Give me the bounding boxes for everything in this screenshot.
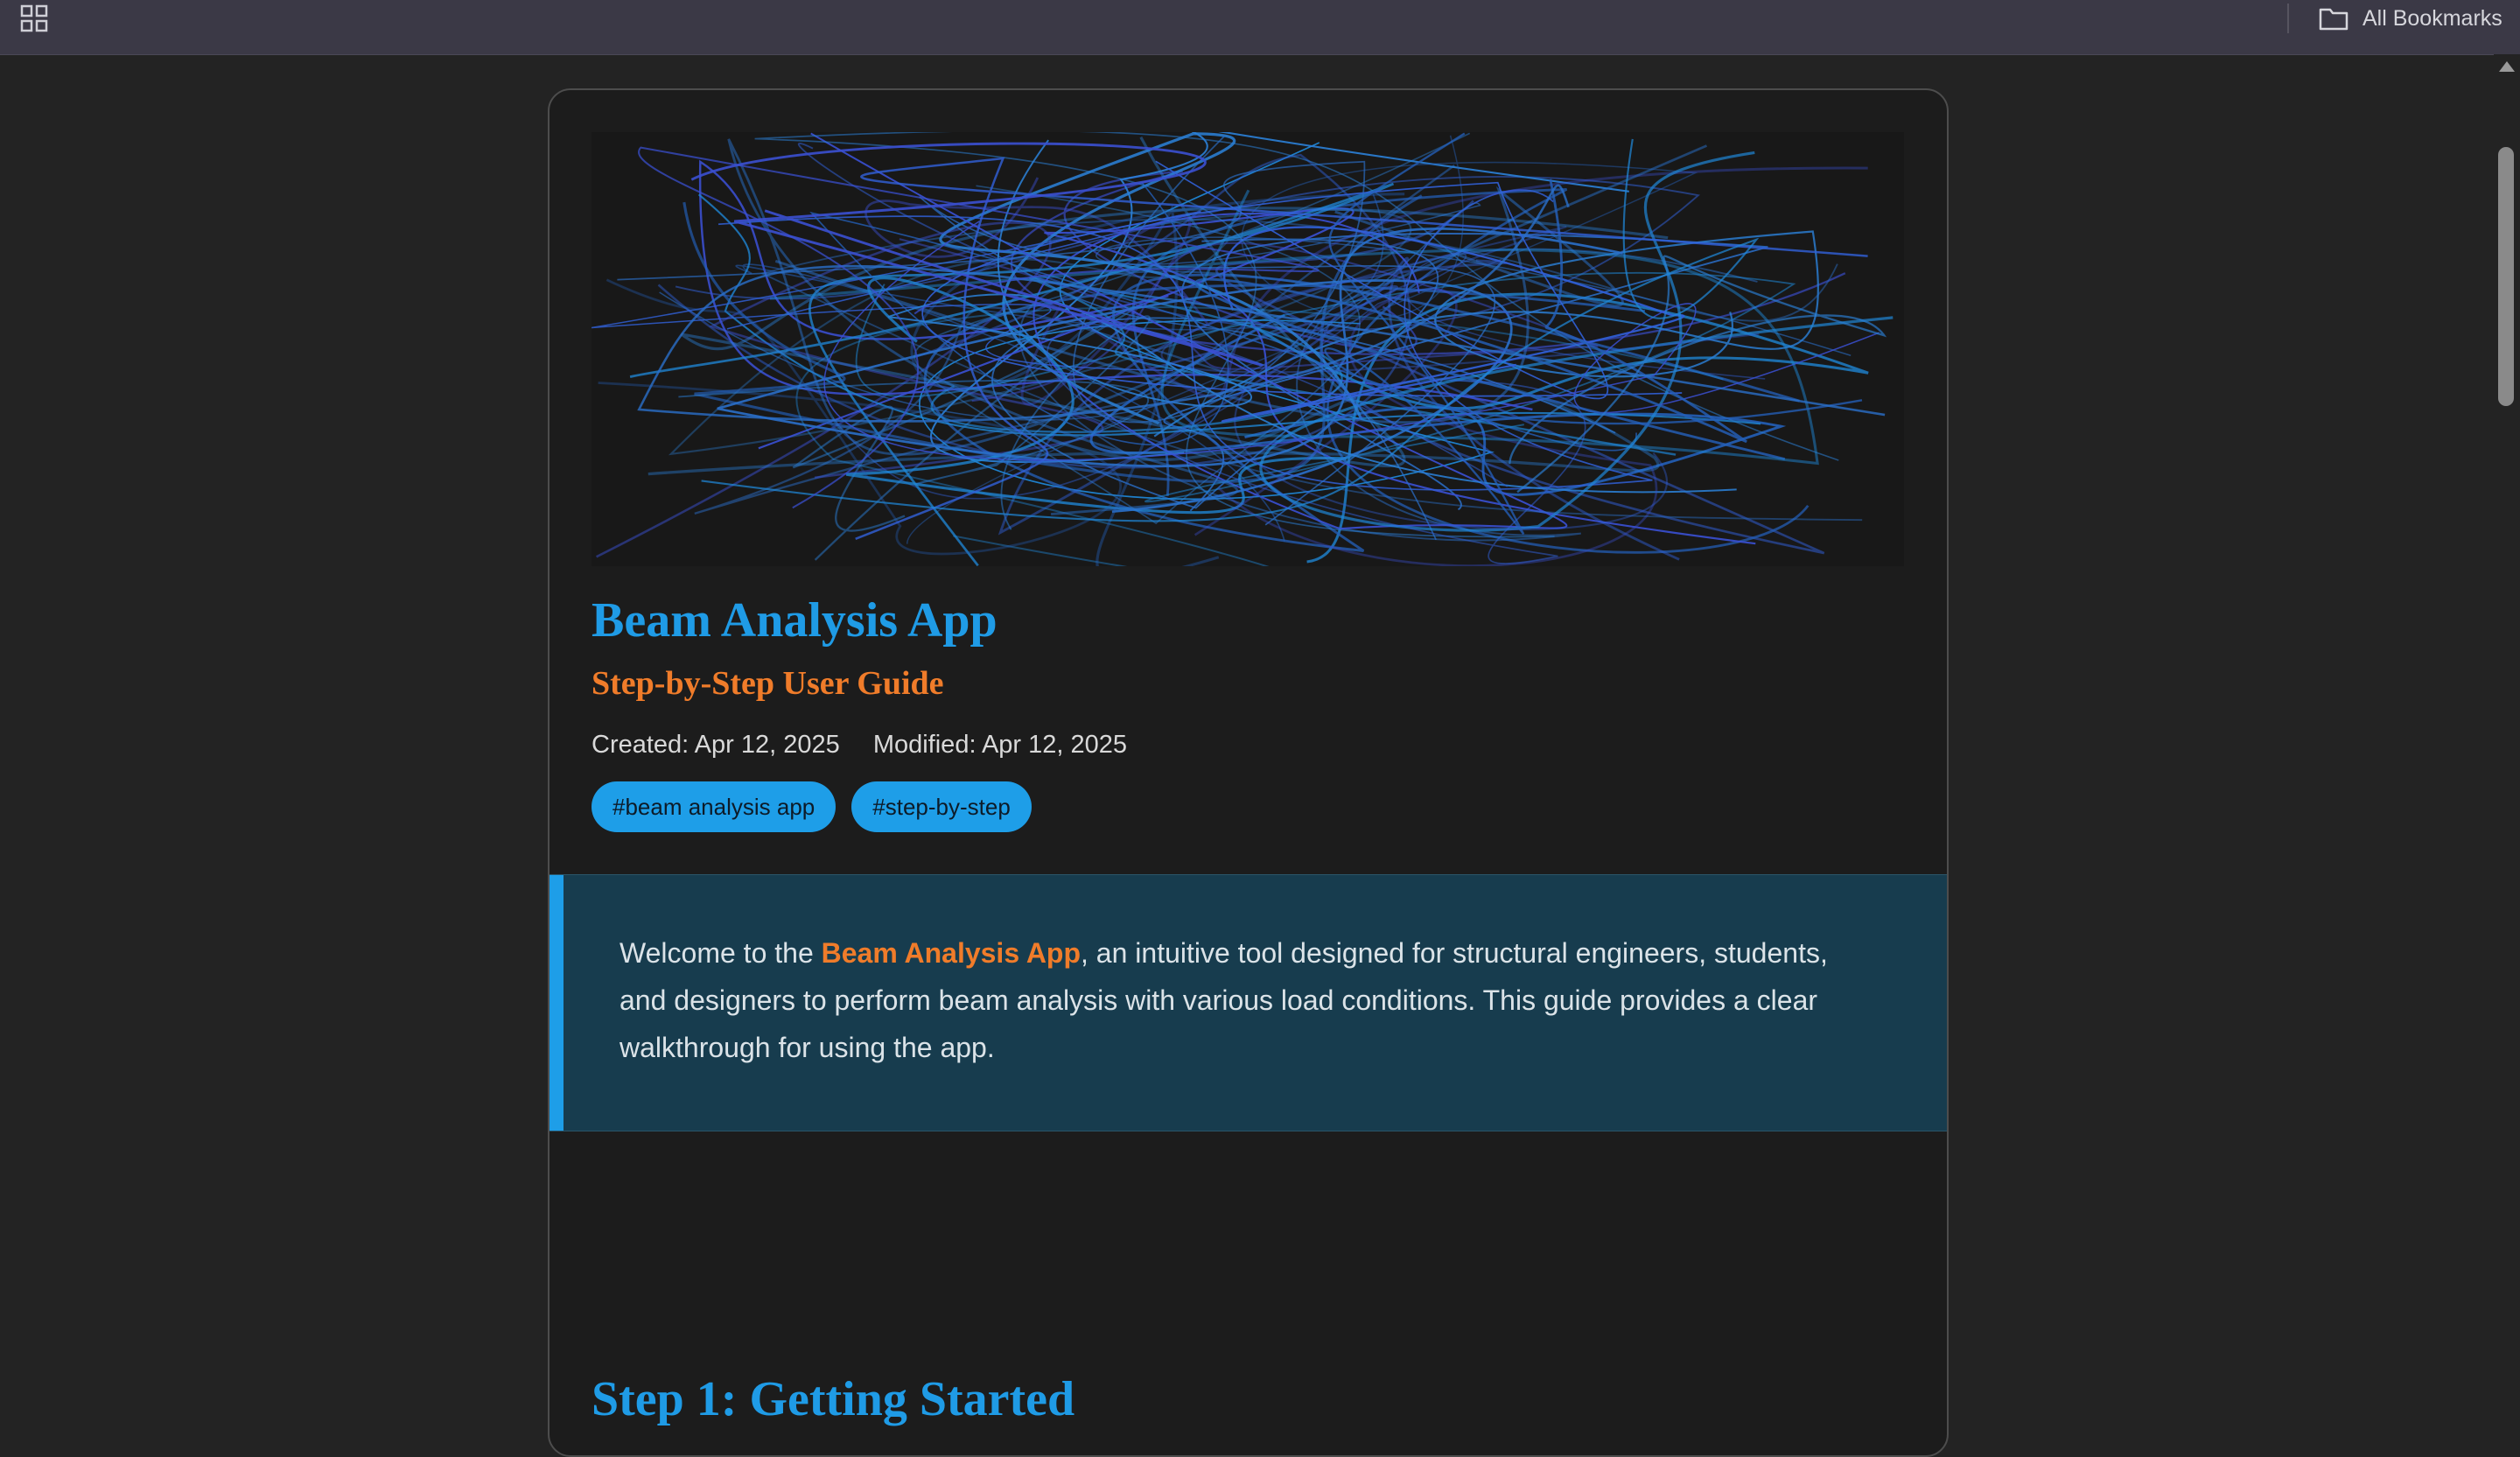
hero-line [939,132,1363,425]
callout-accent-bar [550,875,564,1131]
note-metadata: Created: Apr 12, 2025 Modified: Apr 12, … [592,731,1127,760]
folder-icon [2319,8,2348,31]
hero-line [617,135,1366,424]
abstract-line-art [592,132,1894,566]
all-bookmarks-label: All Bookmarks [2362,5,2502,31]
hero-image [592,132,1904,566]
intro-paragraph: Welcome to the Beam Analysis App, an int… [620,929,1880,1071]
note-card: Beam Analysis App Step-by-Step User Guid… [548,88,1949,1457]
bar-divider [2287,4,2289,33]
tag-step-by-step[interactable]: #step-by-step [851,781,1032,832]
modified-date: Modified: Apr 12, 2025 [872,731,1128,759]
all-bookmarks-button[interactable]: All Bookmarks [2319,0,2502,37]
created-date: Created: Apr 12, 2025 [592,731,840,759]
app-name-highlight: Beam Analysis App [821,937,1082,969]
tag-list: #beam analysis app #step-by-step [592,781,1032,832]
page-subtitle: Step-by-Step User Guide [592,665,944,702]
intro-callout: Welcome to the Beam Analysis App, an int… [550,874,1947,1131]
bookmarks-bar: All Bookmarks [0,0,2520,55]
intro-prefix: Welcome to the [620,937,822,969]
grid-icon[interactable] [20,4,48,32]
step-1-heading: Step 1: Getting Started [592,1372,1075,1426]
page-title: Beam Analysis App [592,593,998,648]
scrollbar-thumb[interactable] [2498,147,2514,406]
tag-beam-analysis-app[interactable]: #beam analysis app [592,781,836,832]
scroll-up-arrow[interactable] [2499,61,2515,72]
